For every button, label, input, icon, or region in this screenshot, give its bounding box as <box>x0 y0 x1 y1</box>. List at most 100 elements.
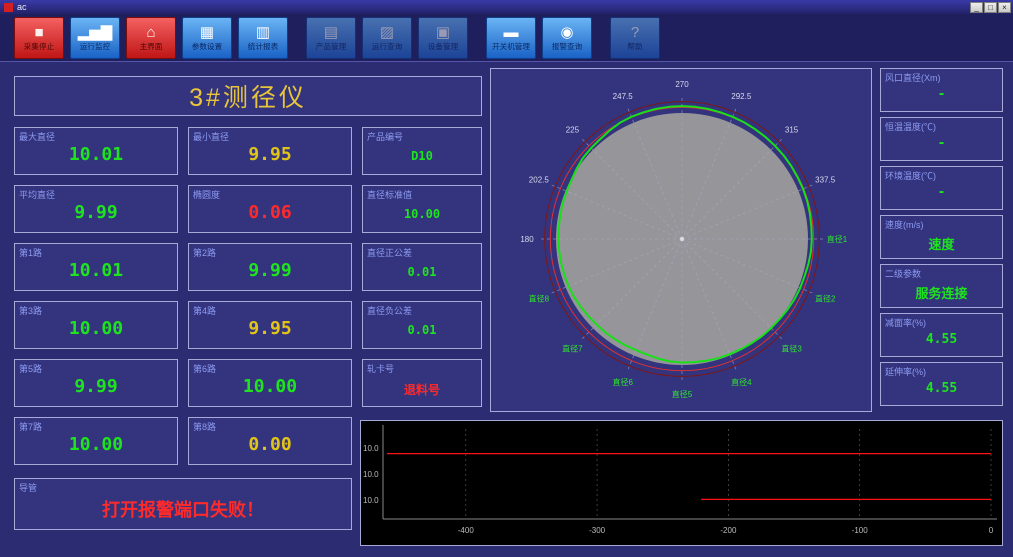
measurement-label: 第3路 <box>19 306 43 316</box>
polar-axis-label: 270 <box>675 80 689 89</box>
stop-icon: ■ <box>34 23 44 41</box>
alarm-label: 导管 <box>19 483 38 493</box>
parameter-settings-button[interactable]: ▦ 参数设置 <box>182 16 232 59</box>
status-value: 速度 <box>928 238 955 253</box>
toolbar-button-label: 开关机管理 <box>492 41 530 51</box>
measurement-cell-channel-3: 第3路 10.00 <box>14 301 178 349</box>
toolbar-button-label: 设备管理 <box>427 41 459 51</box>
statistics-report-button[interactable]: ▥ 统计报表 <box>238 16 288 59</box>
measurement-label: 第8路 <box>193 422 217 432</box>
product-management-button[interactable]: ▤ 产品管理 <box>306 16 356 59</box>
measurement-cell-channel-7: 第7路 10.00 <box>14 417 178 465</box>
measurement-value: 9.99 <box>248 260 292 281</box>
help-icon: ? <box>630 23 640 41</box>
minimize-button[interactable]: _ <box>970 1 983 13</box>
toolbar-button-label: 统计报表 <box>247 41 279 51</box>
polar-axis-label: 直径1 <box>827 234 848 244</box>
toolbar-button-label: 报警查询 <box>551 41 583 51</box>
polar-axis-label: 180 <box>520 235 534 244</box>
measurement-value: 9.99 <box>74 202 118 223</box>
polar-axis-label: 202.5 <box>529 176 550 185</box>
status-label: 二级参数 <box>885 269 922 279</box>
measurement-cell-roll-card: 轧卡号 退料号 <box>362 359 482 407</box>
device-management-button[interactable]: ▣ 设备管理 <box>418 16 468 59</box>
trend-x-tick-label: -100 <box>852 526 869 535</box>
status-label: 速度(m/s) <box>885 220 924 230</box>
polar-chart: 直径1 直径2 直径3 直径4 直径5 直径6 直径7 直径8 180 202.5 225 247.5… <box>520 80 848 399</box>
trend-y-tick-label: 10.0 <box>363 444 379 453</box>
measurement-label: 第4路 <box>193 306 217 316</box>
app-icon <box>4 2 13 12</box>
run-monitor-button[interactable]: ▂▅▇ 运行监控 <box>70 16 120 59</box>
measurement-value: 0.01 <box>407 265 437 279</box>
run-query-button[interactable]: ▨ 运行查询 <box>362 16 412 59</box>
measurement-value: D10 <box>411 149 433 163</box>
maximize-button[interactable]: □ <box>984 1 997 13</box>
polar-axis-label: 直径2 <box>815 293 836 303</box>
main-screen-button[interactable]: ⌂ 主界面 <box>126 16 176 59</box>
status-item-elongation-rate: 延伸率(%) 4.55 <box>880 362 1003 406</box>
close-button[interactable]: × <box>998 1 1011 13</box>
status-value: 服务连接 <box>915 287 968 302</box>
measurement-label: 轧卡号 <box>367 364 395 374</box>
measurement-label: 第7路 <box>19 422 43 432</box>
status-label: 风口直径(Xm) <box>885 73 941 83</box>
trend-y-tick-label: 10.0 <box>363 496 379 505</box>
measurement-label: 直径标准值 <box>367 190 413 200</box>
measurement-value: 10.00 <box>403 207 441 221</box>
trend-chart: -400 -300 -200 -100 0 10.0 10.0 10.0 <box>363 425 997 535</box>
measurement-cell-channel-6: 第6路 10.00 <box>188 359 352 407</box>
measurement-cell-channel-5: 第5路 9.99 <box>14 359 178 407</box>
measurement-cell-channel-4: 第4路 9.95 <box>188 301 352 349</box>
measurement-cell-avg-diameter: 平均直径 9.99 <box>14 185 178 233</box>
measurement-cell-channel-2: 第2路 9.99 <box>188 243 352 291</box>
measurement-label: 直径负公差 <box>367 306 413 316</box>
polar-axis-label: 直径7 <box>562 344 583 354</box>
measurement-value: 10.01 <box>68 260 124 281</box>
polar-axis-label: 292.5 <box>731 92 752 101</box>
measurement-value: 10.01 <box>68 144 124 165</box>
gauge-title: 3#测径仪 <box>189 84 307 112</box>
toolbar-button-label: 产品管理 <box>315 41 347 51</box>
status-item-server-connection: 二级参数 服务连接 <box>880 264 1003 308</box>
trend-chart-panel: -400 -300 -200 -100 0 10.0 10.0 10.0 <box>360 420 1003 546</box>
status-item-reduction-rate: 减面率(%) 4.55 <box>880 313 1003 357</box>
measurement-label: 第1路 <box>19 248 43 258</box>
window-title: ac <box>17 2 27 12</box>
status-label: 环境温度(℃) <box>885 171 936 181</box>
product-list-icon: ▤ <box>323 23 339 41</box>
polar-axis-label: 直径8 <box>529 293 550 303</box>
status-value: 4.55 <box>925 332 958 347</box>
help-button[interactable]: ? 帮助 <box>610 16 660 59</box>
measurement-label: 第2路 <box>193 248 217 258</box>
measurement-cell-max-diameter: 最大直径 10.01 <box>14 127 178 175</box>
polar-chart-panel: 直径1 直径2 直径3 直径4 直径5 直径6 直径7 直径8 180 202.5 225 247.5… <box>490 68 872 412</box>
polar-axis-label: 直径4 <box>731 377 752 387</box>
status-value: - <box>937 185 946 200</box>
measurement-label: 平均直径 <box>19 190 56 200</box>
status-label: 减面率(%) <box>885 318 926 328</box>
measurement-label: 第6路 <box>193 364 217 374</box>
power-management-button[interactable]: ▬ 开关机管理 <box>486 16 536 59</box>
home-icon: ⌂ <box>146 23 156 41</box>
toolbar-button-label: 帮助 <box>627 41 643 51</box>
measurement-value: 9.95 <box>248 144 292 165</box>
power-keyboard-icon: ▬ <box>503 23 519 41</box>
alarm-query-button[interactable]: ◉ 报警查询 <box>542 16 592 59</box>
polar-axis-label: 247.5 <box>613 92 634 101</box>
stats-chart-icon: ▥ <box>255 23 271 41</box>
measurement-cell-channel-1: 第1路 10.01 <box>14 243 178 291</box>
toolbar-button-label: 主界面 <box>139 41 163 51</box>
measurement-cell-ovality: 椭圆度 0.06 <box>188 185 352 233</box>
right-status-column: 风口直径(Xm) - 恒温温度(℃) - 环境温度(℃) - 速度(m/s) 速… <box>880 68 1003 406</box>
toolbar-button-label: 参数设置 <box>191 41 223 51</box>
measurement-label: 椭圆度 <box>193 190 221 200</box>
status-value: - <box>937 136 946 151</box>
alarm-message: 打开报警端口失败！ <box>102 500 264 520</box>
toolbar-button-label: 采集停止 <box>23 41 55 51</box>
status-value: - <box>937 87 946 102</box>
gauge-title-box: 3#测径仪 <box>14 76 482 116</box>
alarm-box: 导管 打开报警端口失败！ <box>14 478 352 530</box>
measurement-cell-plus-tolerance: 直径正公差 0.01 <box>362 243 482 291</box>
stop-capture-button[interactable]: ■ 采集停止 <box>14 16 64 59</box>
